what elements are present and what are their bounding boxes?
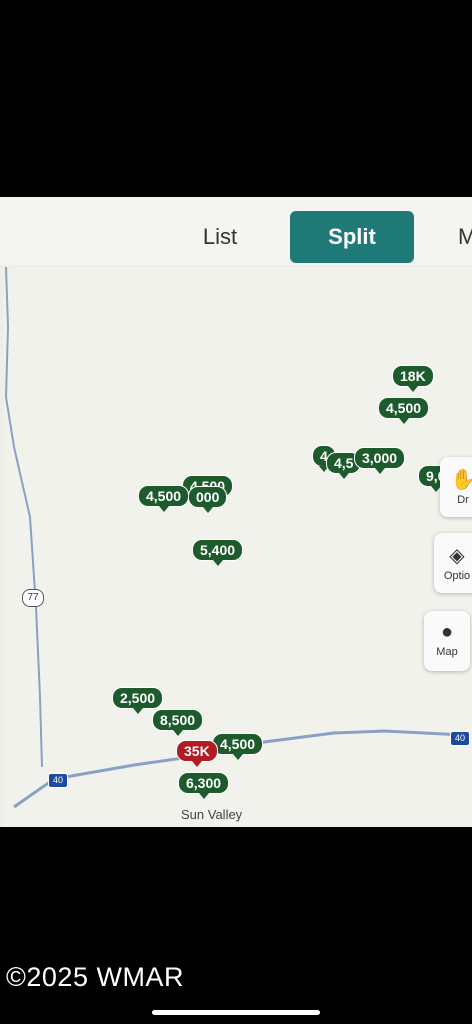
price-marker[interactable]: 5,400 <box>192 539 244 566</box>
hand-icon: ✋ <box>450 469 472 491</box>
price-marker[interactable]: 4,500 <box>378 397 430 424</box>
map-view[interactable]: 77 40 40 18K 4,500 4,500 4,500 000 4 4,5… <box>4 267 472 827</box>
price-marker[interactable]: 000 <box>188 486 228 513</box>
price-marker[interactable]: 4,500 <box>138 485 190 512</box>
price-marker[interactable]: 6,300 <box>178 772 230 799</box>
layers-icon: ◈ <box>449 545 465 567</box>
globe-icon: ● <box>440 621 454 643</box>
draw-button[interactable]: ✋ Dr <box>440 457 472 517</box>
price-marker-selected[interactable]: 35K <box>176 740 218 767</box>
price-marker[interactable]: 8,500 <box>152 709 204 736</box>
price-marker[interactable]: 4,500 <box>212 733 264 760</box>
options-button[interactable]: ◈ Optio <box>434 533 472 593</box>
app-screen: List Split M 77 40 40 18K 4,500 4,500 4,… <box>0 197 472 827</box>
highway-77-shield: 77 <box>22 589 44 607</box>
place-label: Sun Valley <box>181 807 243 822</box>
watermark: ©2025 WMAR <box>6 962 184 992</box>
highway-77-line <box>4 267 43 768</box>
tab-split[interactable]: Split <box>290 211 414 263</box>
home-indicator[interactable] <box>152 1010 320 1015</box>
view-toggle-bar: List Split M <box>0 197 472 265</box>
map-type-button[interactable]: ● Map <box>424 611 470 671</box>
interstate-40-shield-right: 40 <box>450 731 470 746</box>
tab-list[interactable]: List <box>160 211 280 263</box>
price-marker[interactable]: 18K <box>392 365 434 392</box>
tab-map[interactable]: M <box>458 211 472 263</box>
interstate-40-shield-left: 40 <box>48 773 68 788</box>
price-marker[interactable]: 2,500 <box>112 687 164 714</box>
price-marker[interactable]: 3,000 <box>354 447 406 474</box>
